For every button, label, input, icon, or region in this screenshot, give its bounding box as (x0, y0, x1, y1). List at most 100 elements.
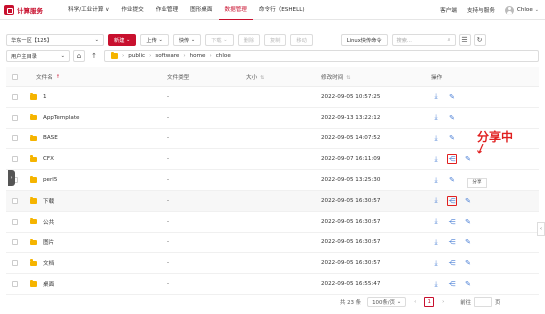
download-icon[interactable] (431, 133, 441, 143)
edit-icon[interactable] (447, 92, 457, 102)
share-icon[interactable] (447, 237, 457, 247)
file-name[interactable]: perl5 (43, 177, 57, 183)
goto-page-input[interactable] (474, 297, 493, 307)
file-name-cell[interactable]: 桌面 (24, 280, 167, 288)
edit-icon[interactable] (447, 175, 457, 185)
chevron-down-icon[interactable]: ⌄ (535, 7, 539, 13)
share-icon[interactable] (447, 195, 457, 206)
download-icon[interactable] (431, 217, 441, 227)
download-icon[interactable] (431, 237, 441, 247)
file-name[interactable]: CFX (43, 156, 54, 162)
row-checkbox[interactable] (12, 197, 18, 204)
breadcrumb-home[interactable]: home (190, 53, 206, 59)
sidebar-toggle-handle[interactable]: › (8, 170, 15, 186)
row-checkbox[interactable] (12, 114, 18, 121)
row-checkbox[interactable] (12, 239, 18, 246)
file-name[interactable]: 桌面 (43, 280, 54, 288)
support-link[interactable]: 支持与服务 (467, 6, 495, 14)
search-input[interactable]: 搜索... ⌕ (391, 34, 456, 46)
nav-item-1[interactable]: 作业提交 (115, 0, 149, 20)
row-checkbox[interactable] (12, 281, 18, 288)
edit-icon[interactable] (463, 154, 473, 164)
download-icon[interactable] (431, 279, 441, 289)
file-name-cell[interactable]: BASE (24, 134, 167, 141)
breadcrumb-software[interactable]: software (155, 53, 179, 59)
next-page-button[interactable]: › (438, 297, 448, 307)
share-icon[interactable] (447, 154, 457, 165)
nav-item-5[interactable]: 命令行（ESHELL) (253, 0, 311, 20)
home-icon[interactable]: ⌂ (73, 50, 85, 62)
share-icon[interactable] (447, 217, 457, 227)
upload-button[interactable]: 上传 ⌄ (140, 34, 169, 46)
delete-button[interactable]: 删除 (237, 34, 261, 46)
table-row[interactable]: AppTemplate - 2022-09-13 13:22:12 (6, 108, 539, 129)
share-icon[interactable] (447, 279, 457, 289)
copy-button[interactable]: 复制 (264, 34, 287, 46)
file-name-cell[interactable]: AppTemplate (24, 113, 167, 121)
avatar[interactable] (504, 5, 514, 15)
quick-transfer-button[interactable]: 快传 ⌄ (172, 34, 202, 46)
table-row[interactable]: 文档 - 2022-09-05 16:30:57 (6, 253, 539, 275)
download-icon[interactable] (431, 196, 441, 206)
region-select[interactable]: 华东一区【125】 ⌄ (6, 34, 104, 46)
breadcrumb-chloe[interactable]: chloe (216, 53, 231, 59)
file-name[interactable]: 图片 (43, 238, 54, 246)
edit-icon[interactable] (463, 237, 473, 247)
file-name[interactable]: 文档 (43, 259, 54, 267)
share-icon[interactable] (447, 258, 457, 268)
row-checkbox[interactable] (12, 135, 18, 142)
file-name[interactable]: 公共 (43, 218, 54, 226)
header-time[interactable]: 修改时间 ⇅ (321, 73, 431, 81)
breadcrumb-public[interactable]: public (128, 53, 145, 59)
table-row[interactable]: 公共 - 2022-09-05 16:30:57 (6, 212, 539, 233)
file-name[interactable]: 下载 (43, 197, 54, 205)
file-name[interactable]: AppTemplate (43, 115, 79, 121)
file-name[interactable]: 1 (43, 94, 47, 100)
select-all-checkbox[interactable] (12, 73, 18, 80)
table-row[interactable]: BASE - 2022-09-05 14:07:52 (6, 129, 539, 150)
file-name-cell[interactable]: 文档 (24, 259, 167, 267)
table-row[interactable]: 图片 - 2022-09-05 16:30:57 (6, 233, 539, 254)
download-icon[interactable] (431, 258, 441, 268)
edit-icon[interactable] (463, 196, 473, 206)
prev-page-button[interactable]: ‹ (410, 297, 420, 307)
download-button[interactable]: 下载 ⌄ (205, 34, 234, 46)
file-name-cell[interactable]: 公共 (24, 217, 167, 226)
file-name-cell[interactable]: 图片 (24, 238, 167, 246)
table-row[interactable]: 下载 - 2022-09-05 16:30:57 (6, 190, 539, 212)
new-button[interactable]: 新建 ⌄ (108, 34, 137, 46)
row-checkbox[interactable] (12, 93, 18, 100)
table-row[interactable]: 桌面 - 2022-09-05 16:55:47 (6, 274, 539, 295)
edit-icon[interactable] (447, 113, 457, 123)
nav-item-4[interactable]: 数据管理 (218, 0, 253, 20)
current-page[interactable]: 1 (424, 297, 435, 307)
client-link[interactable]: 客户端 (440, 6, 457, 14)
file-name[interactable]: BASE (43, 135, 58, 141)
row-checkbox[interactable] (12, 156, 18, 163)
file-name-cell[interactable]: 1 (24, 93, 167, 100)
collapse-right-icon[interactable]: ‹ (537, 222, 545, 236)
nav-item-3[interactable]: 图形桌面 (184, 0, 218, 20)
table-row[interactable]: CFX - 2022-09-07 16:11:09 (6, 149, 539, 171)
brand-logo[interactable]: 计算服务 (4, 4, 52, 15)
nav-item-2[interactable]: 作业管理 (150, 0, 184, 20)
up-arrow-icon[interactable]: ↑ (88, 50, 100, 62)
move-button[interactable]: 移动 (290, 34, 313, 46)
edit-icon[interactable] (447, 133, 457, 143)
file-name-cell[interactable]: perl5 (24, 176, 167, 183)
root-dir-select[interactable]: 用户主目录 ⌄ (6, 50, 70, 62)
row-checkbox[interactable] (12, 218, 18, 225)
download-icon[interactable] (431, 154, 441, 164)
refresh-icon[interactable]: ↻ (473, 34, 486, 46)
table-row[interactable]: 1 - 2022-09-05 10:57:25 (6, 87, 539, 108)
view-toggle-icon[interactable]: ☰ (458, 34, 471, 46)
header-name[interactable]: 文件名 ↑ (24, 73, 167, 81)
download-icon[interactable] (431, 92, 441, 102)
file-name-cell[interactable]: CFX (24, 155, 167, 162)
edit-icon[interactable] (463, 258, 473, 268)
linux-quick-command-button[interactable]: Linux快传命令 (340, 34, 388, 46)
user-name[interactable]: Chloe (517, 7, 533, 13)
header-size[interactable]: 大小 ⇅ (246, 73, 321, 81)
table-row[interactable]: perl5 - 2022-09-05 13:25:30 (6, 170, 539, 191)
nav-item-0[interactable]: 科学/工业计算 ∨ (62, 0, 115, 20)
